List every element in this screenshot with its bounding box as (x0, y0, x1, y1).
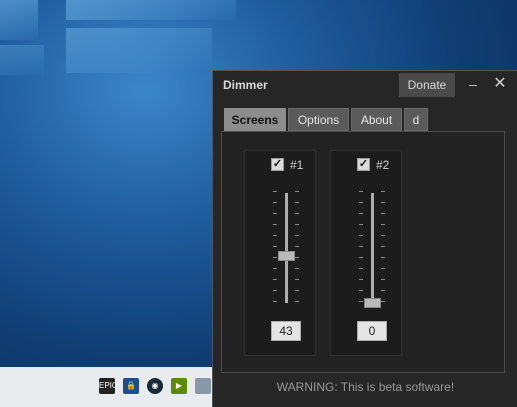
slider-tick (359, 191, 363, 192)
slider-2-thumb[interactable] (364, 298, 381, 308)
slider-tick (381, 235, 385, 236)
slider-tick (273, 257, 277, 258)
wallpaper-pane (0, 0, 38, 40)
slider-tick (359, 224, 363, 225)
slider-tick (273, 268, 277, 269)
slider-tick (381, 213, 385, 214)
slider-tick (273, 191, 277, 192)
slider-tick (295, 268, 299, 269)
beta-warning: WARNING: This is beta software! (276, 380, 455, 394)
lock-icon[interactable]: 🔒 (123, 378, 139, 394)
screen-1-column: ✓ #1 43 (244, 150, 316, 356)
slider-tick (359, 202, 363, 203)
window-title: Dimmer (223, 78, 268, 92)
slider-tick (359, 235, 363, 236)
screen-2-value[interactable]: 0 (357, 321, 387, 341)
slider-tick (359, 246, 363, 247)
slider-tick (273, 290, 277, 291)
slider-tick (359, 213, 363, 214)
slider-tick (295, 279, 299, 280)
slider-tick (295, 257, 299, 258)
slider-tick (295, 235, 299, 236)
slider-tick (381, 191, 385, 192)
tab-partial[interactable]: d (404, 108, 428, 131)
screen-2-column: ✓ #2 0 (330, 150, 402, 356)
slider-1-track[interactable] (285, 193, 288, 303)
screens-panel: ✓ #1 43 ✓ #2 0 (221, 131, 505, 373)
slider-1-ticks-right (295, 191, 299, 305)
slider-2-track[interactable] (371, 193, 374, 303)
tab-options[interactable]: Options (288, 108, 349, 131)
slider-tick (295, 224, 299, 225)
slider-tick (295, 246, 299, 247)
slider-tick (381, 268, 385, 269)
slider-tick (273, 301, 277, 302)
screen-1-label: #1 (290, 158, 304, 172)
slider-tick (273, 224, 277, 225)
tab-about[interactable]: About (351, 108, 402, 131)
slider-tick (381, 202, 385, 203)
screen-2-checkbox[interactable]: ✓ (357, 158, 370, 171)
screen-1-checkbox[interactable]: ✓ (271, 158, 284, 171)
slider-tick (273, 213, 277, 214)
slider-tick (295, 191, 299, 192)
slider-tick (359, 268, 363, 269)
slider-tick (381, 257, 385, 258)
wallpaper-pane (66, 0, 236, 20)
slider-tick (273, 246, 277, 247)
donate-button[interactable]: Donate (399, 73, 455, 97)
slider-1-thumb[interactable] (278, 250, 295, 261)
slider-tick (273, 235, 277, 236)
slider-tick (381, 290, 385, 291)
slider-tick (295, 301, 299, 302)
slider-tick (359, 257, 363, 258)
epic-games-icon[interactable]: EPIC (99, 378, 118, 394)
slider-2-ticks-right (381, 191, 385, 305)
dimmer-window: Dimmer Donate – ✕ Screens Options About … (212, 70, 517, 407)
slider-tick (381, 224, 385, 225)
wallpaper-pane (66, 28, 212, 73)
slider-tick (359, 279, 363, 280)
steam-icon[interactable]: ◉ (147, 378, 163, 394)
wallpaper-pane (0, 45, 44, 75)
slider-tick (381, 279, 385, 280)
slider-tick (273, 279, 277, 280)
nvidia-icon[interactable]: ▶ (171, 378, 187, 394)
display-icon[interactable] (195, 378, 211, 394)
screen-2-label: #2 (376, 158, 390, 172)
title-bar[interactable]: Dimmer Donate – ✕ (213, 71, 517, 99)
slider-tick (295, 213, 299, 214)
slider-2-ticks-left (359, 191, 363, 305)
tab-screens[interactable]: Screens (224, 108, 286, 131)
slider-tick (359, 301, 363, 302)
slider-tick (359, 290, 363, 291)
slider-tick (381, 301, 385, 302)
slider-tick (273, 202, 277, 203)
screen-1-value[interactable]: 43 (271, 321, 301, 341)
slider-tick (295, 290, 299, 291)
close-icon[interactable]: ✕ (492, 75, 508, 93)
minimize-icon[interactable]: – (465, 75, 481, 93)
slider-tick (295, 202, 299, 203)
slider-1-ticks-left (273, 191, 277, 305)
slider-tick (381, 246, 385, 247)
